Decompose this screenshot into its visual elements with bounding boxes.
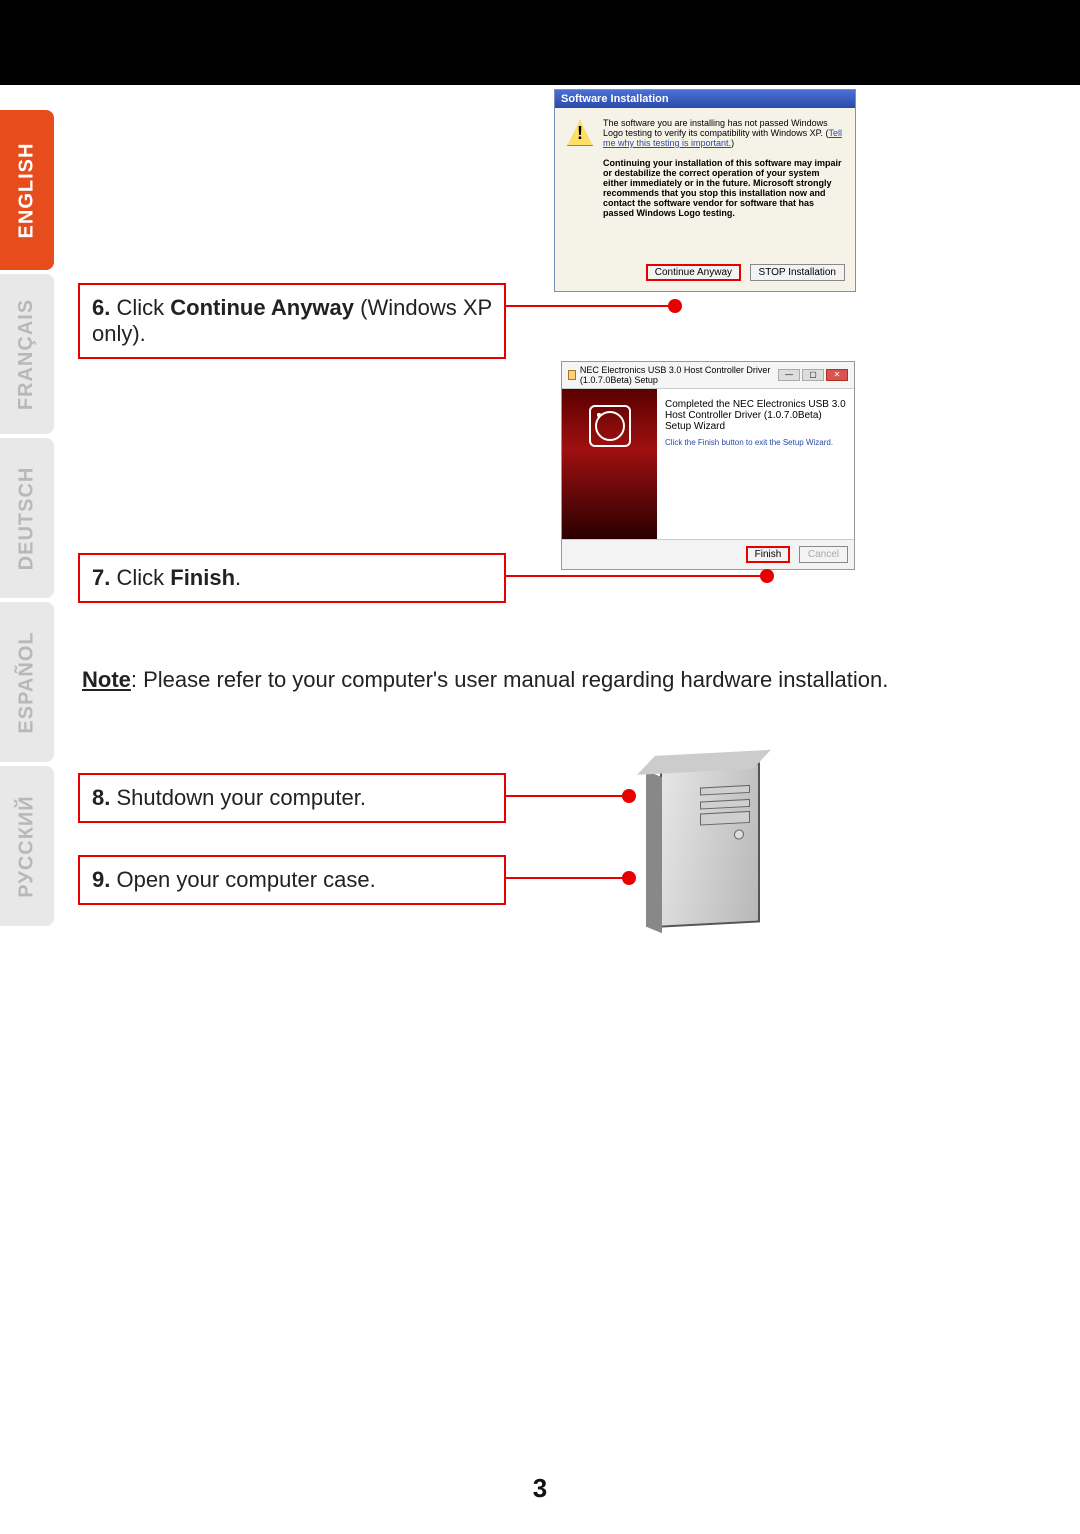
lang-tab-espanol[interactable]: ESPAÑOL — [0, 602, 54, 762]
step-text-pre: Click — [110, 565, 170, 590]
wizard-subtext: Click the Finish button to exit the Setu… — [665, 438, 846, 447]
wizard-title: NEC Electronics USB 3.0 Host Controller … — [580, 365, 778, 385]
dialog-buttons: Continue Anyway STOP Installation — [555, 258, 855, 291]
step-text-post: . — [235, 565, 241, 590]
dialog-title: Software Installation — [555, 90, 855, 108]
dialog-software-installation: Software Installation ! The software you… — [554, 89, 856, 292]
dialog-text-2: Continuing your installation of this sof… — [603, 158, 843, 218]
top-black-bar — [0, 0, 1080, 85]
lang-tab-deutsch[interactable]: DEUTSCH — [0, 438, 54, 598]
warning-icon: ! — [567, 120, 593, 146]
language-tabs: ENGLISH FRANÇAIS DEUTSCH ESPAÑOL РУССКИЙ — [0, 110, 54, 930]
step-number: 6. — [92, 295, 110, 320]
lang-label: FRANÇAIS — [16, 298, 39, 409]
step-7-box: 7. Click Finish. — [78, 553, 506, 603]
dialog-setup-wizard: NEC Electronics USB 3.0 Host Controller … — [561, 361, 855, 570]
connector-step7 — [506, 575, 766, 577]
power-button-icon — [734, 829, 744, 840]
drive-bay — [700, 785, 750, 796]
lang-label: DEUTSCH — [16, 466, 39, 570]
step-text: Shutdown your computer. — [110, 785, 366, 810]
step-8-box: 8. Shutdown your computer. — [78, 773, 506, 823]
lang-label: ENGLISH — [16, 142, 39, 238]
drive-bay — [700, 811, 750, 826]
step-bold: Finish — [170, 565, 235, 590]
note-text: Note: Please refer to your computer's us… — [82, 667, 888, 693]
dialog-text-1: The software you are installing has not … — [603, 118, 843, 148]
note-body: : Please refer to your computer's user m… — [131, 667, 888, 692]
lang-label: РУССКИЙ — [16, 795, 39, 897]
continue-anyway-button[interactable]: Continue Anyway — [646, 264, 741, 281]
stop-installation-button[interactable]: STOP Installation — [750, 264, 845, 281]
step-text-pre: Click — [110, 295, 170, 320]
step-6-box: 6. Click Continue Anyway (Windows XP onl… — [78, 283, 506, 359]
app-icon — [568, 370, 576, 380]
step-text: Open your computer case. — [110, 867, 375, 892]
lang-label: ESPAÑOL — [16, 631, 39, 733]
computer-illustration — [640, 755, 780, 945]
dialog-line1: The software you are installing has not … — [603, 118, 828, 138]
step-number: 9. — [92, 867, 110, 892]
wizard-sidebar-art — [562, 389, 657, 539]
dialog-body: ! The software you are installing has no… — [555, 108, 855, 258]
step-number: 7. — [92, 565, 110, 590]
page-content: ENGLISH FRANÇAIS DEUTSCH ESPAÑOL РУССКИЙ… — [0, 85, 1080, 1534]
wizard-footer: Finish Cancel — [562, 539, 854, 569]
minimize-button[interactable]: — — [778, 369, 800, 381]
note-label: Note — [82, 667, 131, 692]
connector-step8 — [506, 795, 628, 797]
lang-tab-english[interactable]: ENGLISH — [0, 110, 54, 270]
lang-tab-russian[interactable]: РУССКИЙ — [0, 766, 54, 926]
connector-step6 — [506, 305, 674, 307]
cancel-button[interactable]: Cancel — [799, 546, 848, 563]
step-number: 8. — [92, 785, 110, 810]
drive-bay — [700, 799, 750, 810]
close-button[interactable]: ✕ — [826, 369, 848, 381]
computer-tower — [660, 762, 760, 927]
maximize-button[interactable]: ▢ — [802, 369, 824, 381]
step-9-box: 9. Open your computer case. — [78, 855, 506, 905]
connector-step9 — [506, 877, 628, 879]
lang-tab-francais[interactable]: FRANÇAIS — [0, 274, 54, 434]
step-bold: Continue Anyway — [170, 295, 354, 320]
finish-button[interactable]: Finish — [746, 546, 791, 563]
page-number: 3 — [0, 1473, 1080, 1504]
wizard-text: Completed the NEC Electronics USB 3.0 Ho… — [657, 389, 854, 539]
wizard-titlebar: NEC Electronics USB 3.0 Host Controller … — [562, 362, 854, 389]
wizard-heading: Completed the NEC Electronics USB 3.0 Ho… — [665, 399, 846, 432]
